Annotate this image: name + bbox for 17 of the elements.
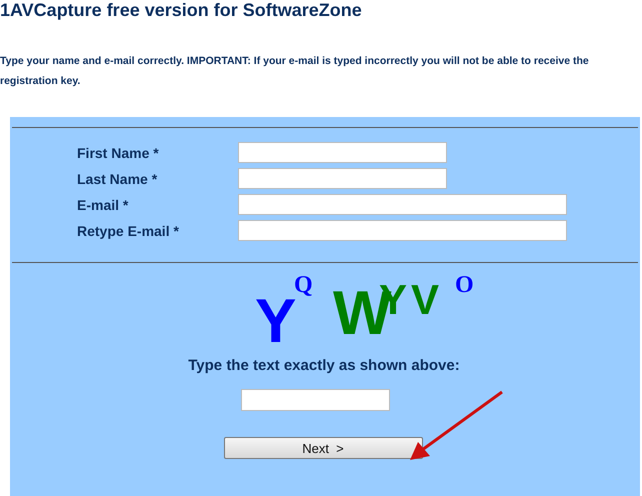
captcha-character: Y — [255, 291, 296, 353]
field-label: First Name * — [77, 144, 160, 160]
field-label: Retype E-mail * — [77, 222, 180, 238]
captcha-character: Q — [294, 273, 313, 297]
next-button[interactable]: Next > — [224, 437, 422, 459]
captcha-prompt: Type the text exactly as shown above: — [187, 357, 461, 374]
text-field[interactable] — [238, 142, 447, 163]
captcha-field[interactable] — [240, 389, 390, 411]
field-label: Last Name * — [77, 170, 158, 186]
captcha-character: V — [411, 279, 440, 321]
field-label: E-mail * — [77, 196, 130, 212]
text-field[interactable] — [238, 168, 447, 189]
text-field[interactable] — [238, 194, 567, 215]
instructions-text: Type your name and e-mail correctly. IMPORTANT: If your e-mail is typed incorrectly you will not be able to receive the registration key. — [0, 54, 590, 89]
text-field[interactable] — [238, 220, 567, 241]
page-title: 1AVCapture free version for SoftwareZone — [0, 0, 363, 20]
captcha-character: O — [455, 273, 474, 297]
